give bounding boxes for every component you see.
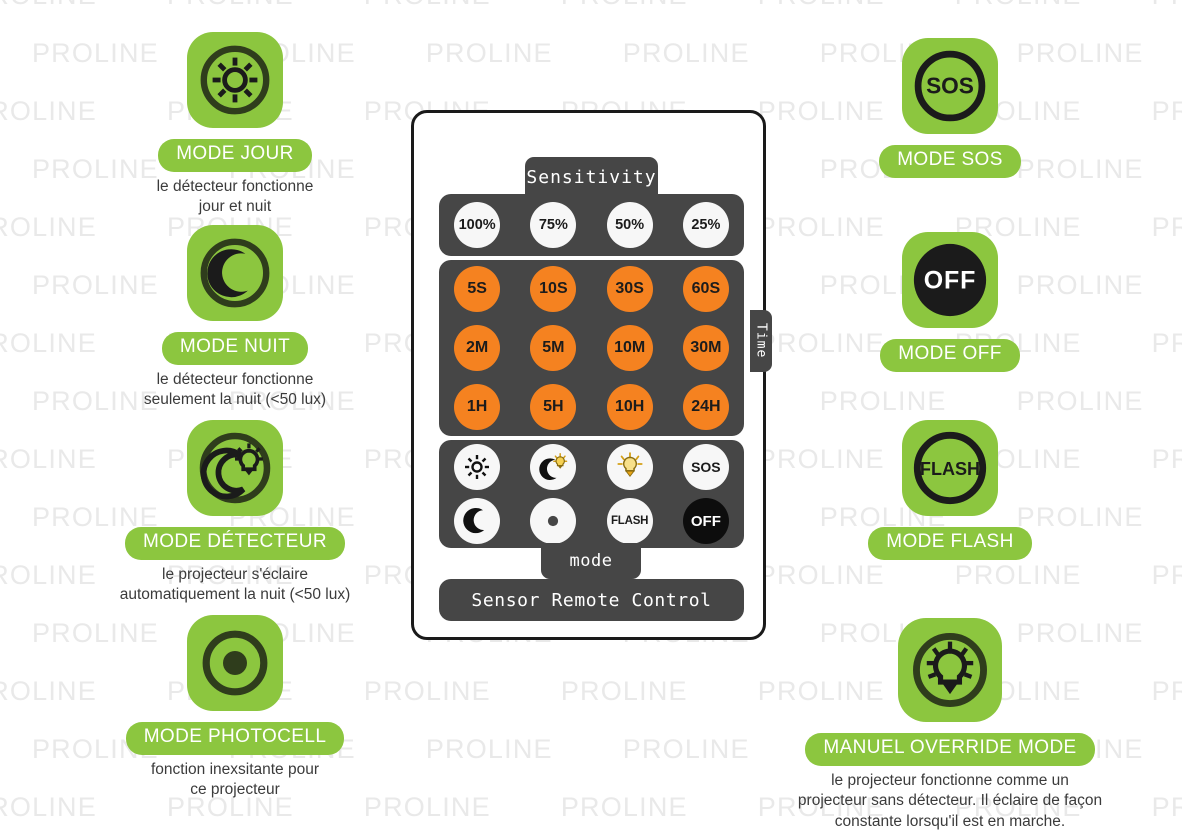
sos-icon: SOS	[902, 38, 998, 134]
moon-icon	[462, 506, 492, 536]
time-button[interactable]: 2M	[454, 324, 501, 371]
mode-card-off: OFF MODE OFF	[820, 232, 1080, 372]
mode-button-label: OFF	[690, 512, 721, 530]
mode-card-detecteur: MODE DÉTECTEUR le projecteur s'éclaire a…	[80, 420, 390, 606]
mode-button-flash[interactable]: FLASH	[606, 498, 653, 544]
moon-icon	[187, 225, 283, 321]
mode-card-manuel-override-label: MANUEL OVERRIDE MODE	[805, 733, 1095, 766]
time-button-grid: 5S 10S 30S 60S 2M 5M 10M 30M 1H 5H 10H 24H	[439, 260, 744, 436]
mode-card-jour: MODE JOUR le détecteur fonctionne jour e…	[90, 32, 380, 218]
time-button[interactable]: 5H	[530, 383, 577, 430]
mode-tab-label: mode	[541, 543, 641, 579]
time-button[interactable]: 1H	[454, 383, 501, 430]
remote-title-panel: Sensor Remote Control	[439, 579, 744, 621]
sensitivity-button[interactable]: 25%	[682, 202, 729, 248]
mode-card-off-label: MODE OFF	[880, 339, 1020, 372]
sensitivity-button[interactable]: 100%	[454, 202, 501, 248]
time-panel: 5S 10S 30S 60S 2M 5M 10M 30M 1H 5H 10H 24H	[439, 260, 744, 436]
mode-card-nuit: MODE NUIT le détecteur fonctionne seulem…	[90, 225, 380, 411]
mode-card-jour-description: le détecteur fonctionne jour et nuit	[156, 177, 314, 216]
mode-button-label: SOS	[691, 459, 721, 475]
mode-card-jour-label: MODE JOUR	[158, 139, 312, 172]
bulb-icon	[615, 452, 645, 482]
time-button[interactable]: 10M	[606, 324, 653, 371]
time-button[interactable]: 10S	[530, 266, 577, 313]
time-button[interactable]: 24H	[682, 383, 729, 430]
mode-button-bulb[interactable]	[606, 444, 653, 490]
moon-bulb-icon	[538, 452, 568, 482]
sensitivity-button-grid: 100% 75% 50% 25%	[439, 194, 744, 256]
time-tab-text: Time	[753, 323, 769, 359]
sensor-remote-control: Sensitivity 100% 75% 50% 25% Time 5S 10S 30S 6…	[411, 110, 772, 640]
mode-card-photocell-description: fonction inexsitante pour ce projecteur	[150, 760, 320, 799]
time-tab-label: Time	[750, 310, 772, 372]
mode-button-photocell-dot[interactable]	[530, 498, 577, 544]
svg-text:FLASH: FLASH	[920, 459, 980, 479]
mode-card-flash: FLASH MODE FLASH	[820, 420, 1080, 560]
mode-button-moon-bulb[interactable]	[530, 444, 577, 490]
mode-button-sun[interactable]	[454, 444, 501, 490]
sensitivity-tab-label: Sensitivity	[525, 157, 658, 197]
mode-card-manuel-override-description: le projecteur fonctionne comme un projec…	[797, 771, 1103, 830]
mode-button-sos[interactable]: SOS	[682, 444, 729, 490]
sun-icon	[187, 32, 283, 128]
sensitivity-button[interactable]: 50%	[606, 202, 653, 248]
mode-card-detecteur-label: MODE DÉTECTEUR	[125, 527, 345, 560]
mode-card-manuel-override: MANUEL OVERRIDE MODE le projecteur fonct…	[790, 618, 1110, 832]
remote-title-text: Sensor Remote Control	[471, 589, 712, 611]
mode-button-off[interactable]: OFF	[682, 498, 729, 544]
sensitivity-button[interactable]: 75%	[530, 202, 577, 248]
mode-card-flash-label: MODE FLASH	[868, 527, 1032, 560]
sun-icon	[462, 452, 492, 482]
photocell-dot-icon	[538, 506, 568, 536]
moon-bulb-icon	[187, 420, 283, 516]
time-button[interactable]: 10H	[606, 383, 653, 430]
time-button[interactable]: 30S	[606, 266, 653, 313]
off-icon: OFF	[902, 232, 998, 328]
time-button[interactable]: 5M	[530, 324, 577, 371]
mode-panel: SOS FLASH OFF	[439, 440, 744, 548]
mode-card-nuit-description: le détecteur fonctionne seulement la nui…	[143, 370, 327, 409]
photocell-dot-icon	[187, 615, 283, 711]
flash-icon: FLASH	[902, 420, 998, 516]
poster-stage: MODE JOUR le détecteur fonctionne jour e…	[0, 0, 1182, 838]
time-button[interactable]: 60S	[682, 266, 729, 313]
mode-button-moon[interactable]	[454, 498, 501, 544]
mode-card-sos-label: MODE SOS	[879, 145, 1021, 178]
mode-button-label: FLASH	[610, 515, 649, 527]
mode-button-grid: SOS FLASH OFF	[439, 440, 744, 548]
bulb-icon	[898, 618, 1002, 722]
mode-card-sos: SOS MODE SOS	[820, 38, 1080, 178]
sensitivity-panel: 100% 75% 50% 25%	[439, 194, 744, 256]
svg-text:OFF: OFF	[924, 267, 976, 295]
time-button[interactable]: 30M	[682, 324, 729, 371]
time-button[interactable]: 5S	[454, 266, 501, 313]
mode-card-nuit-label: MODE NUIT	[161, 332, 309, 365]
svg-text:SOS: SOS	[926, 73, 974, 99]
mode-card-detecteur-description: le projecteur s'éclaire automatiquement …	[119, 565, 351, 604]
mode-card-photocell: MODE PHOTOCELL fonction inexsitante pour…	[85, 615, 385, 801]
mode-card-photocell-label: MODE PHOTOCELL	[125, 722, 345, 755]
